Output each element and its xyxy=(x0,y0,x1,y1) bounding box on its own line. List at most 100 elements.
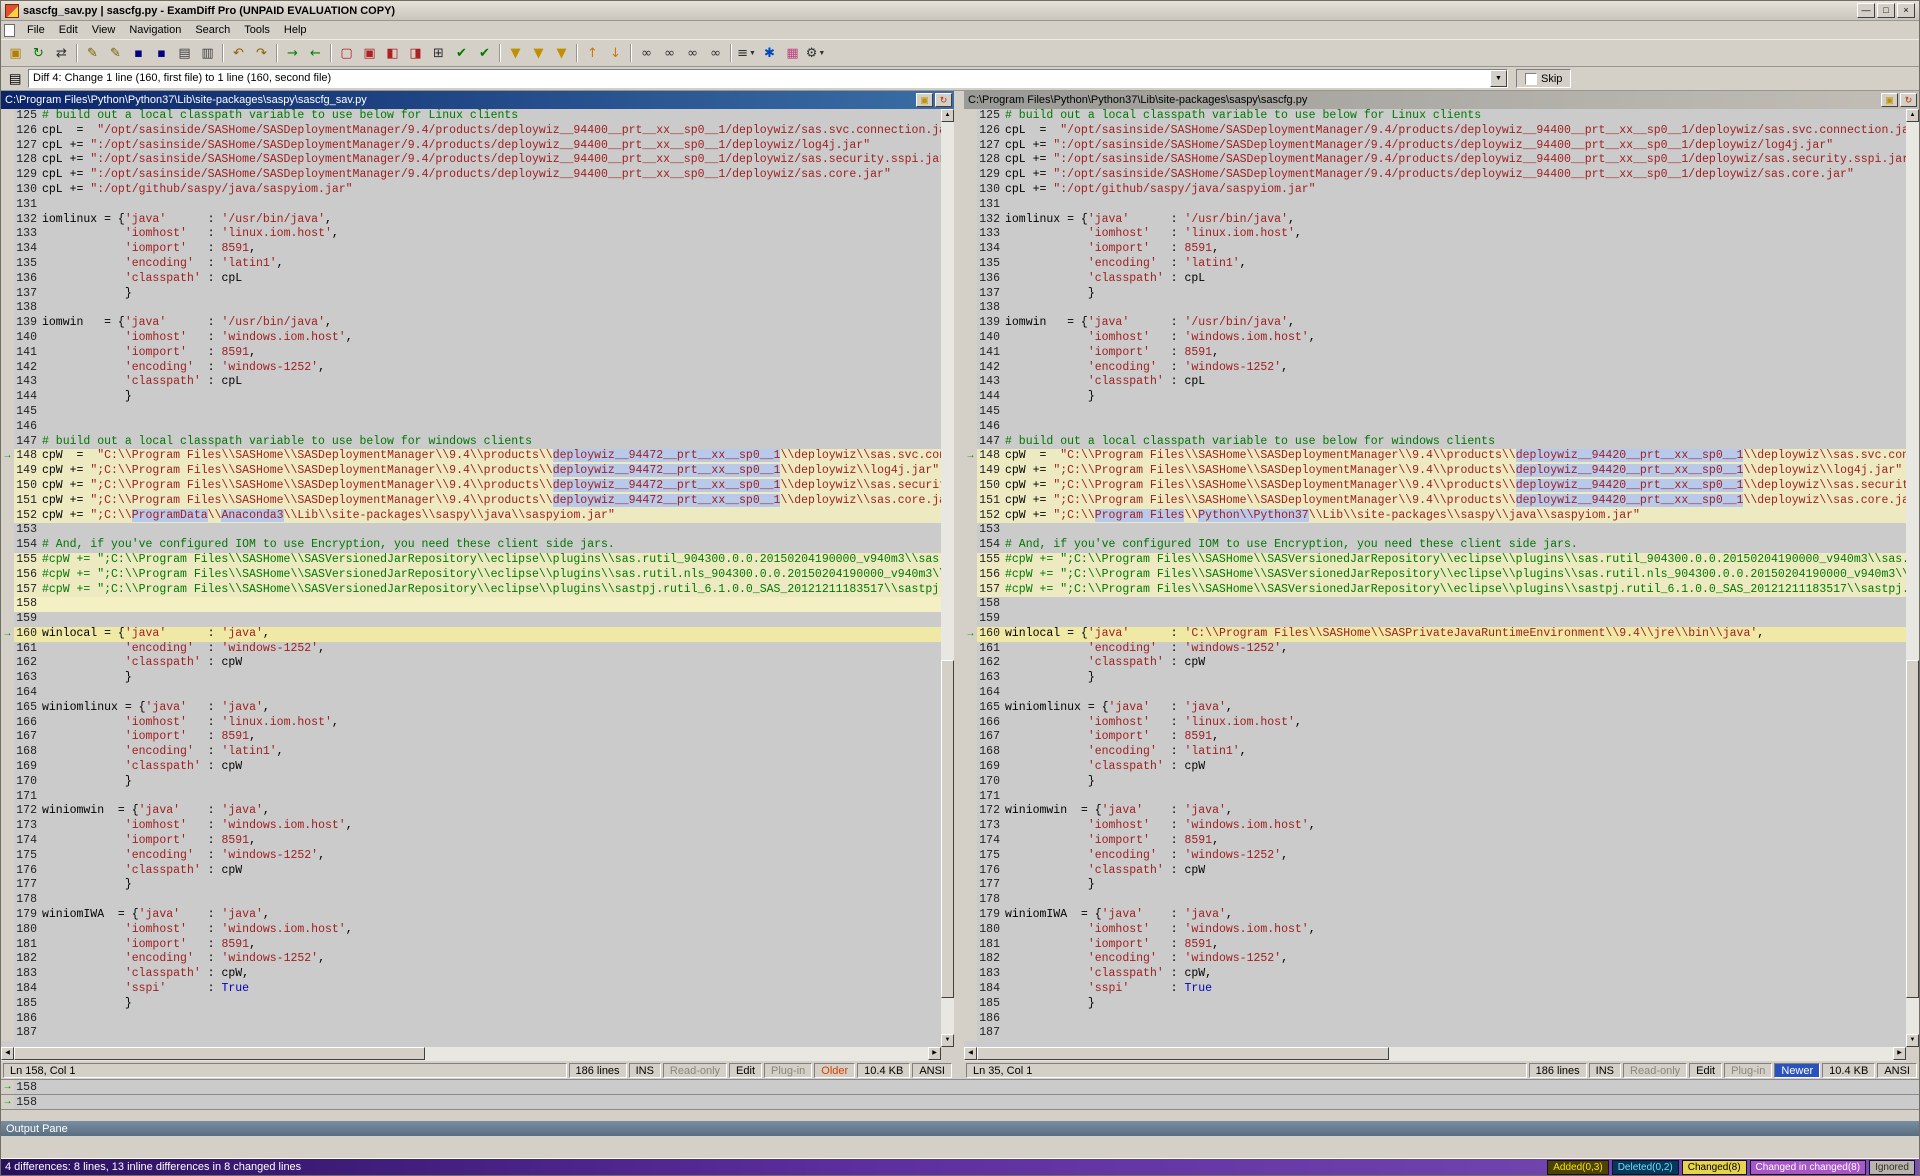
code-line[interactable]: 174 'iomport' : 8591, xyxy=(964,834,1906,849)
code-line[interactable]: 185 } xyxy=(964,997,1906,1012)
code-line[interactable]: 137 } xyxy=(964,287,1906,302)
code-line[interactable]: 171 xyxy=(1,790,941,805)
pane-splitter[interactable] xyxy=(954,91,964,1079)
left-hscroll-track[interactable] xyxy=(14,1047,928,1061)
badge-changed[interactable]: Changed(8) xyxy=(1682,1160,1747,1175)
code-line[interactable]: 129cpL += ":/opt/sasinside/SASHome/SASDe… xyxy=(1,168,941,183)
line-inspector-row-1[interactable]: →158 xyxy=(1,1079,1919,1094)
find-in-files-button[interactable]: ∞ xyxy=(704,42,727,64)
code-line[interactable]: 143 'classpath' : cpL xyxy=(1,375,941,390)
maximize-button[interactable]: □ xyxy=(1877,3,1895,18)
code-line[interactable]: 177 } xyxy=(1,878,941,893)
code-line[interactable]: 152cpW += ";C:\\ProgramData\\Anaconda3\\… xyxy=(1,509,941,524)
code-line[interactable]: 137 } xyxy=(1,287,941,302)
code-line[interactable]: 143 'classpath' : cpL xyxy=(964,375,1906,390)
right-refresh-file-button[interactable]: ↻ xyxy=(1900,93,1917,107)
code-line[interactable]: 153 xyxy=(964,523,1906,538)
code-line[interactable]: 162 'classpath' : cpW xyxy=(964,656,1906,671)
code-line[interactable]: →148cpW = "C:\\Program Files\\SASHome\\S… xyxy=(964,449,1906,464)
code-line[interactable]: 182 'encoding' : 'windows-1252', xyxy=(1,952,941,967)
find-button[interactable]: ∞ xyxy=(635,42,658,64)
edit-first-file-button[interactable]: ✎ xyxy=(81,42,104,64)
next-difference-button[interactable]: → xyxy=(281,42,304,64)
find-previous-button[interactable]: ∞ xyxy=(681,42,704,64)
left-open-file-button[interactable]: ▣ xyxy=(916,93,933,107)
code-line[interactable]: →160winlocal = {'java' : 'java', xyxy=(1,627,941,642)
code-line[interactable]: 131 xyxy=(1,198,941,213)
code-line[interactable]: 185 } xyxy=(1,997,941,1012)
first-difference-button[interactable]: ↑ xyxy=(581,42,604,64)
code-line[interactable]: 125# build out a local classpath variabl… xyxy=(964,109,1906,124)
code-line[interactable]: 163 } xyxy=(1,671,941,686)
code-line[interactable]: 164 xyxy=(964,686,1906,701)
code-line[interactable]: 130cpL += ":/opt/github/saspy/java/saspy… xyxy=(964,183,1906,198)
scroll-down-button[interactable]: ▼ xyxy=(1906,1034,1919,1047)
code-line[interactable]: 180 'iomhost' : 'windows.iom.host', xyxy=(1,923,941,938)
code-line[interactable]: 159 xyxy=(964,612,1906,627)
output-pane-caption[interactable]: Output Pane xyxy=(1,1121,1919,1136)
edit-second-file-button[interactable]: ✎ xyxy=(104,42,127,64)
code-line[interactable]: 176 'classpath' : cpW xyxy=(1,864,941,879)
code-line[interactable]: 167 'iomport' : 8591, xyxy=(964,730,1906,745)
code-line[interactable]: 179winiomIWA = {'java' : 'java', xyxy=(964,908,1906,923)
right-open-file-button[interactable]: ▣ xyxy=(1881,93,1898,107)
badge-added[interactable]: Added(0,3) xyxy=(1547,1160,1608,1175)
code-line[interactable]: 151cpW += ";C:\\Program Files\\SASHome\\… xyxy=(964,494,1906,509)
code-line[interactable]: 182 'encoding' : 'windows-1252', xyxy=(964,952,1906,967)
code-line[interactable]: 165winiomlinux = {'java' : 'java', xyxy=(964,701,1906,716)
menu-view[interactable]: View xyxy=(85,22,123,38)
menu-file[interactable]: File xyxy=(20,22,52,38)
code-line[interactable]: 174 'iomport' : 8591, xyxy=(1,834,941,849)
code-line[interactable]: 169 'classpath' : cpW xyxy=(1,760,941,775)
code-line[interactable]: 147# build out a local classpath variabl… xyxy=(964,435,1906,450)
code-line[interactable]: 158 xyxy=(964,597,1906,612)
badge-deleted[interactable]: Deleted(0,2) xyxy=(1612,1160,1679,1175)
filter-1-button[interactable]: ▼ xyxy=(504,42,527,64)
code-line[interactable]: 177 } xyxy=(964,878,1906,893)
code-line[interactable]: 170 } xyxy=(964,775,1906,790)
color-options-button[interactable]: ▦ xyxy=(781,42,804,64)
code-line[interactable]: 127cpL += ":/opt/sasinside/SASHome/SASDe… xyxy=(964,139,1906,154)
code-line[interactable]: 125# build out a local classpath variabl… xyxy=(1,109,941,124)
code-line[interactable]: 158 xyxy=(1,597,941,612)
show-different-lines-button[interactable]: ▣ xyxy=(358,42,381,64)
code-line[interactable]: 141 'iomport' : 8591, xyxy=(1,346,941,361)
ignore-whitespace-button[interactable]: ✔ xyxy=(473,42,496,64)
scroll-right-button[interactable]: ▶ xyxy=(1893,1047,1906,1060)
code-line[interactable]: 161 'encoding' : 'windows-1252', xyxy=(1,642,941,657)
skip-checkbox[interactable] xyxy=(1525,73,1537,85)
code-line[interactable]: 155#cpW += ";C:\\Program Files\\SASHome\… xyxy=(964,553,1906,568)
code-line[interactable]: 133 'iomhost' : 'linux.iom.host', xyxy=(964,227,1906,242)
code-line[interactable]: 157#cpW += ";C:\\Program Files\\SASHome\… xyxy=(964,583,1906,598)
menu-navigation[interactable]: Navigation xyxy=(122,22,188,38)
scroll-down-button[interactable]: ▼ xyxy=(941,1034,954,1047)
code-line[interactable]: 159 xyxy=(1,612,941,627)
scroll-up-button[interactable]: ▲ xyxy=(1906,109,1919,122)
code-line[interactable]: 135 'encoding' : 'latin1', xyxy=(964,257,1906,272)
code-line[interactable]: 153 xyxy=(1,523,941,538)
code-line[interactable]: 132iomlinux = {'java' : '/usr/bin/java', xyxy=(964,213,1906,228)
right-code-area[interactable]: 125# build out a local classpath variabl… xyxy=(964,109,1906,1047)
code-line[interactable]: 171 xyxy=(964,790,1906,805)
diff-selector-combobox[interactable]: Diff 4: Change 1 line (160, first file) … xyxy=(28,69,1508,88)
menu-edit[interactable]: Edit xyxy=(52,22,85,38)
code-line[interactable]: 168 'encoding' : 'latin1', xyxy=(964,745,1906,760)
code-line[interactable]: 145 xyxy=(1,405,941,420)
statistics-button[interactable]: ≡▼ xyxy=(735,42,758,64)
code-line[interactable]: 133 'iomhost' : 'linux.iom.host', xyxy=(1,227,941,242)
last-difference-button[interactable]: ↓ xyxy=(604,42,627,64)
code-line[interactable]: 141 'iomport' : 8591, xyxy=(964,346,1906,361)
code-line[interactable]: 144 } xyxy=(1,390,941,405)
code-line[interactable]: 175 'encoding' : 'windows-1252', xyxy=(964,849,1906,864)
code-line[interactable]: 183 'classpath' : cpW, xyxy=(964,967,1906,982)
code-line[interactable]: 183 'classpath' : cpW, xyxy=(1,967,941,982)
save-second-file-button[interactable]: ▪ xyxy=(150,42,173,64)
code-line[interactable]: 146 xyxy=(1,420,941,435)
code-line[interactable]: 170 } xyxy=(1,775,941,790)
print-button[interactable]: ▤ xyxy=(173,42,196,64)
right-horizontal-scrollbar[interactable]: ◀ ▶ xyxy=(964,1047,1906,1061)
code-line[interactable]: 161 'encoding' : 'windows-1252', xyxy=(964,642,1906,657)
options-button[interactable]: ⚙▼ xyxy=(804,42,827,64)
code-line[interactable]: 178 xyxy=(1,893,941,908)
code-line[interactable]: 180 'iomhost' : 'windows.iom.host', xyxy=(964,923,1906,938)
